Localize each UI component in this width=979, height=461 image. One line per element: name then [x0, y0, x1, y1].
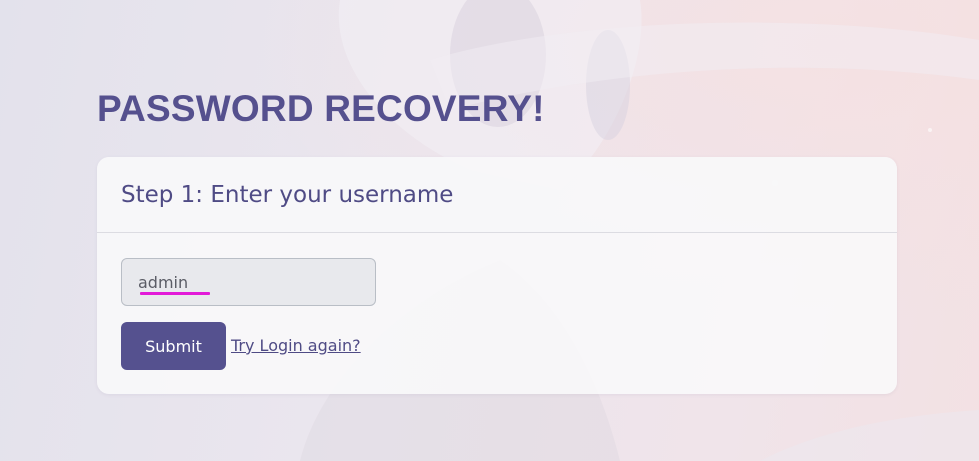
spellcheck-underline: [140, 292, 210, 295]
username-input[interactable]: [121, 258, 376, 306]
card-header: Step 1: Enter your username: [97, 157, 897, 233]
page-title: PASSWORD RECOVERY!: [97, 88, 545, 129]
try-login-again-link[interactable]: Try Login again?: [231, 336, 361, 355]
submit-button[interactable]: Submit: [121, 322, 226, 370]
password-recovery-card: Step 1: Enter your username Submit Try L…: [97, 157, 897, 394]
step-heading: Step 1: Enter your username: [121, 181, 454, 208]
